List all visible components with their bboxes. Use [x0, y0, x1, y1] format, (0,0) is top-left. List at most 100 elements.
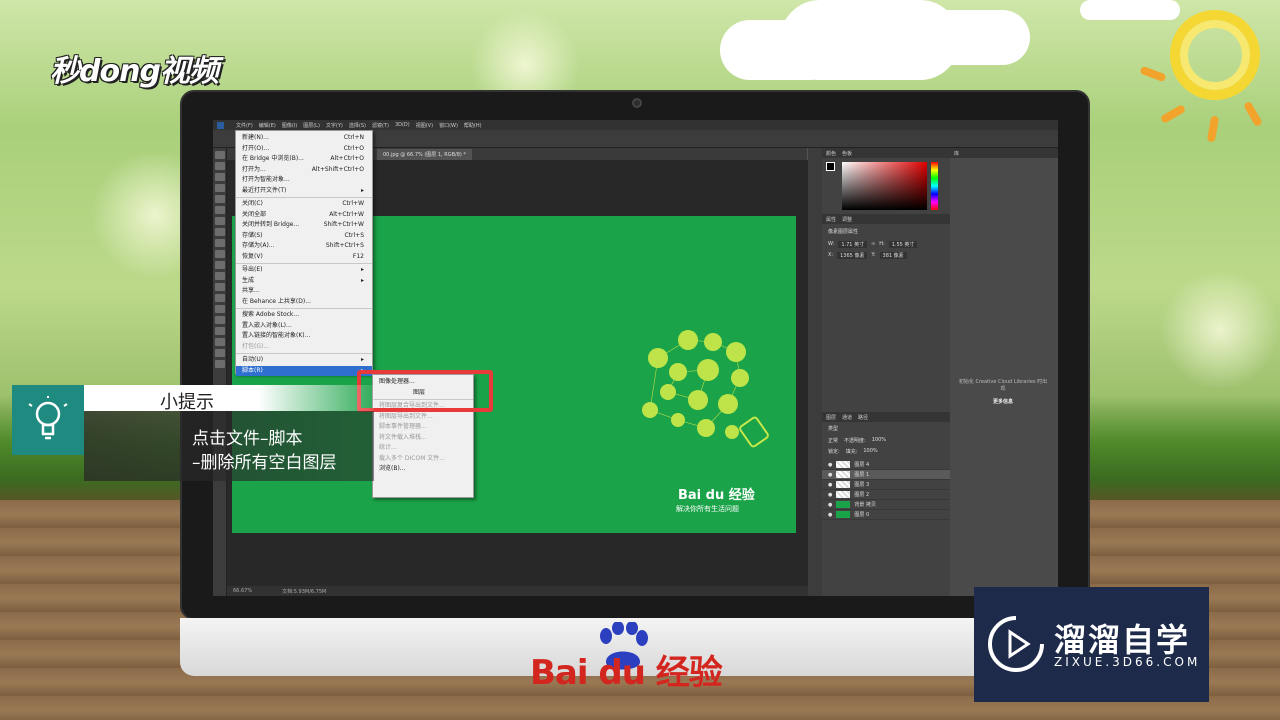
w-value[interactable]: 1.71 英寸 [838, 241, 868, 248]
menu-item-new[interactable]: 新建(N)... Ctrl+N [236, 133, 372, 144]
doc-tab[interactable]: 00.jpg @ 66.7% (图层 1, RGB/8) * [377, 149, 472, 160]
menu-item-open-as[interactable]: 打开为... Alt+Shift+Ctrl+O [236, 165, 372, 176]
menu-item-browse-bridge[interactable]: 在 Bridge 中浏览(B)... Alt+Ctrl+O [236, 154, 372, 165]
menu-item-share-behance[interactable]: 在 Behance 上共享(D)... [236, 297, 372, 308]
zixue-url: ZIXUE.3D66.COM [1054, 655, 1201, 669]
pen-tool-icon[interactable] [215, 305, 225, 313]
tab-swatches[interactable]: 色板 [842, 150, 852, 157]
status-doc-size: 文档:5.93M/6.75M [282, 588, 327, 595]
eye-icon[interactable]: ● [828, 462, 832, 468]
menu-item-place-linked[interactable]: 置入链接的智能对象(K)... [236, 331, 372, 342]
eye-icon[interactable]: ● [828, 492, 832, 498]
menu-item-open-smart-object[interactable]: 打开为智能对象... [236, 175, 372, 186]
link-icon[interactable]: ∞ [871, 241, 875, 248]
layer-thumbnail [836, 511, 851, 518]
menu-item-automate[interactable]: 自动(U) ▸ [236, 355, 372, 366]
text-tool-icon[interactable] [215, 316, 225, 324]
eyedropper-tool-icon[interactable] [215, 206, 225, 214]
eye-icon[interactable]: ● [828, 472, 832, 478]
libraries-panel: 库 初始化 Creative Cloud Libraries 时出现 更多信息 [950, 148, 1058, 596]
healing-tool-icon[interactable] [215, 217, 225, 225]
menu-item-search-stock[interactable]: 搜索 Adobe Stock... [236, 310, 372, 321]
layer-row[interactable]: ● 图层 4 [822, 460, 950, 470]
quick-select-tool-icon[interactable] [215, 184, 225, 192]
menu-item-close-all[interactable]: 关闭全部 Alt+Ctrl+W [236, 210, 372, 221]
color-picker-field[interactable] [842, 162, 927, 210]
y-label: Y: [871, 252, 876, 258]
menu-item-close-go-bridge[interactable]: 关闭并转到 Bridge... Shift+Ctrl+W [236, 220, 372, 231]
tab-channels[interactable]: 通道 [842, 414, 852, 421]
tab-libraries[interactable]: 库 [954, 150, 959, 157]
shape-tool-icon[interactable] [215, 338, 225, 346]
menu-item-export[interactable]: 导出(E) ▸ [236, 265, 372, 276]
menu-item-close[interactable]: 关闭(C) Ctrl+W [236, 199, 372, 210]
menu-item-open[interactable]: 打开(O)... Ctrl+O [236, 144, 372, 155]
tab-color[interactable]: 颜色 [826, 150, 836, 157]
brand-logo-top: 秒dong视频 [50, 54, 219, 89]
move-tool-icon[interactable] [215, 151, 225, 159]
menu-item-scripts[interactable]: 脚本(R) ▸ [236, 365, 372, 376]
path-select-tool-icon[interactable] [215, 327, 225, 335]
properties-title: 像素图层属性 [828, 229, 859, 235]
hue-slider[interactable] [931, 162, 938, 210]
crop-tool-icon[interactable] [215, 195, 225, 203]
menu-edit[interactable]: 编辑(E) [259, 122, 276, 129]
eye-icon[interactable]: ● [828, 512, 832, 518]
menu-3d[interactable]: 3D(D) [395, 122, 410, 128]
layer-kind-filter[interactable]: 类型 [822, 422, 950, 435]
eye-icon[interactable]: ● [828, 502, 832, 508]
layer-row[interactable]: ● 背景 拷贝 [822, 500, 950, 510]
menu-type[interactable]: 文字(Y) [326, 122, 343, 129]
menu-item-revert[interactable]: 恢复(V) F12 [236, 252, 372, 263]
brush-tool-icon[interactable] [215, 228, 225, 236]
menu-layer[interactable]: 图层(L) [303, 122, 320, 129]
stamp-tool-icon[interactable] [215, 239, 225, 247]
file-menu: 新建(N)... Ctrl+N 打开(O)... Ctrl+O 在 Bridge 中… [235, 130, 373, 376]
ps-menubar: 文件(F) 编辑(E) 图像(I) 图层(L) 文字(Y) 选择(S) 滤镜(T… [213, 120, 1058, 130]
zoom-tool-icon[interactable] [215, 360, 225, 368]
tab-adjustments[interactable]: 调整 [842, 216, 852, 223]
layer-row[interactable]: ● 图层 1 [822, 470, 950, 480]
layers-panel-tabs: 图层 通道 路径 [822, 412, 950, 422]
menu-item-recent[interactable]: 最近打开文件(T) ▸ [236, 186, 372, 197]
menu-item-save-as[interactable]: 存储为(A)... Shift+Ctrl+S [236, 241, 372, 252]
submenu-item-browse[interactable]: 浏览(B)... [373, 464, 473, 475]
menu-image[interactable]: 图像(I) [282, 122, 297, 129]
fill-value[interactable]: 100% [863, 448, 877, 455]
menu-select[interactable]: 选择(S) [349, 122, 366, 129]
menu-item-share[interactable]: 共享... [236, 286, 372, 297]
opacity-value[interactable]: 100% [872, 437, 886, 444]
gradient-tool-icon[interactable] [215, 272, 225, 280]
lightbulb-icon [12, 385, 84, 455]
eraser-tool-icon[interactable] [215, 261, 225, 269]
menu-view[interactable]: 视图(V) [416, 122, 433, 129]
h-value[interactable]: 1.55 英寸 [888, 241, 918, 248]
blur-tool-icon[interactable] [215, 283, 225, 291]
y-value[interactable]: 381 像素 [879, 252, 907, 259]
eye-icon[interactable]: ● [828, 482, 832, 488]
foreground-color-swatch[interactable] [826, 162, 835, 171]
marquee-tool-icon[interactable] [215, 162, 225, 170]
layer-row[interactable]: ● 图层 0 [822, 510, 950, 520]
tab-properties[interactable]: 属性 [826, 216, 836, 223]
menu-item-place-embedded[interactable]: 置入嵌入对象(L)... [236, 321, 372, 332]
layer-row[interactable]: ● 图层 3 [822, 480, 950, 490]
tab-layers[interactable]: 图层 [826, 414, 836, 421]
layer-row[interactable]: ● 图层 2 [822, 490, 950, 500]
menu-item-save[interactable]: 存储(S) Ctrl+S [236, 231, 372, 242]
dodge-tool-icon[interactable] [215, 294, 225, 302]
menu-file[interactable]: 文件(F) [236, 122, 253, 129]
blend-mode-select[interactable]: 正常 [828, 437, 838, 444]
tab-paths[interactable]: 路径 [858, 414, 868, 421]
hand-tool-icon[interactable] [215, 349, 225, 357]
menu-help[interactable]: 帮助(H) [464, 122, 482, 129]
status-zoom[interactable]: 66.67% [233, 588, 252, 594]
history-brush-tool-icon[interactable] [215, 250, 225, 258]
lasso-tool-icon[interactable] [215, 173, 225, 181]
menu-window[interactable]: 窗口(W) [439, 122, 458, 129]
x-value[interactable]: 1365 像素 [837, 252, 868, 259]
menu-item-generate[interactable]: 生成 ▸ [236, 276, 372, 287]
menu-filter[interactable]: 滤镜(T) [372, 122, 389, 129]
library-more-link[interactable]: 更多信息 [958, 398, 1048, 405]
cloud [1080, 0, 1180, 20]
